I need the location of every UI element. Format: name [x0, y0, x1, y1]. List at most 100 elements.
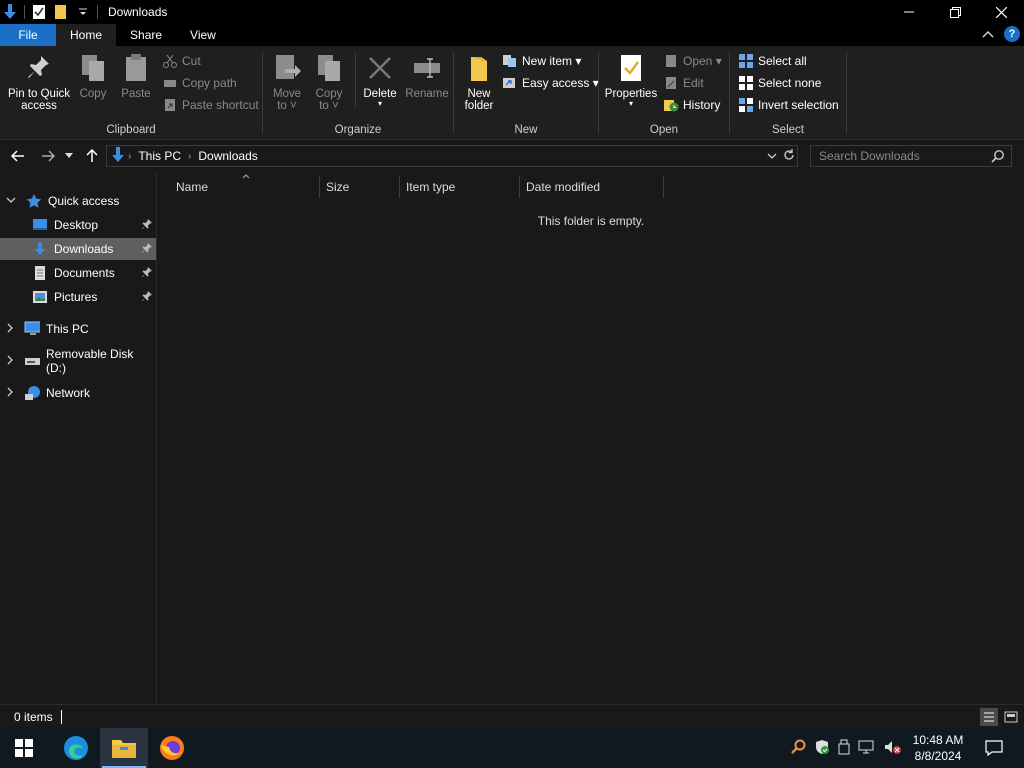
copy-to-button[interactable]: Copy to ˅ — [311, 52, 347, 112]
edit-button[interactable]: Edit — [663, 73, 704, 93]
column-header-item-type[interactable]: Item type — [400, 176, 520, 198]
new-folder-large-icon — [463, 52, 495, 84]
pin-icon[interactable] — [142, 266, 152, 280]
customize-qat-dropdown-icon[interactable] — [75, 4, 91, 20]
pin-icon[interactable] — [142, 242, 152, 256]
nav-this-pc[interactable]: This PC — [0, 318, 156, 340]
select-none-icon — [738, 75, 754, 91]
up-button[interactable] — [82, 146, 102, 166]
move-to-button[interactable]: Move to ˅ — [269, 52, 305, 112]
select-all-button[interactable]: Select all — [738, 51, 807, 71]
documents-icon — [32, 265, 48, 281]
nav-removable-disk[interactable]: Removable Disk (D:) — [0, 347, 156, 375]
recent-locations-dropdown[interactable] — [62, 146, 76, 166]
network-status-icon[interactable] — [858, 739, 876, 758]
close-button[interactable] — [978, 0, 1024, 24]
removable-disk-icon — [24, 353, 40, 369]
paste-shortcut-button[interactable]: Paste shortcut — [162, 95, 259, 115]
expanded-chevron-icon[interactable] — [6, 196, 16, 206]
history-icon — [663, 97, 679, 113]
select-none-button[interactable]: Select none — [738, 73, 821, 93]
file-list[interactable]: Name Size Item type Date modified This f… — [158, 172, 1024, 704]
start-button[interactable] — [0, 728, 48, 768]
taskbar-edge[interactable] — [52, 728, 100, 768]
restore-button[interactable] — [932, 0, 978, 24]
pin-to-quick-access-button[interactable]: Pin to Quick access — [6, 52, 72, 112]
nav-downloads[interactable]: Downloads — [0, 238, 156, 260]
collapsed-chevron-icon[interactable] — [6, 387, 16, 399]
taskbar-clock[interactable]: 10:48 AM 8/8/2024 — [906, 732, 970, 764]
address-bar[interactable]: › This PC › Downloads — [106, 145, 798, 167]
rename-button[interactable]: Rename — [405, 52, 449, 100]
search-input[interactable] — [819, 149, 984, 163]
tab-view[interactable]: View — [176, 24, 230, 46]
properties-button[interactable]: Properties ▾ — [603, 52, 659, 108]
help-icon[interactable]: ? — [1004, 26, 1020, 42]
column-header-date-modified[interactable]: Date modified — [520, 176, 664, 198]
tab-share[interactable]: Share — [116, 24, 176, 46]
window-title: Downloads — [108, 5, 168, 19]
downloads-location-icon — [111, 146, 125, 166]
taskbar-file-explorer[interactable] — [100, 728, 148, 768]
edit-pencil-icon — [663, 75, 679, 91]
search-icon[interactable] — [991, 149, 1005, 166]
qat-separator — [97, 5, 98, 19]
organize-group-label: Organize — [334, 124, 382, 136]
nav-desktop[interactable]: Desktop — [0, 214, 156, 236]
breadcrumb-this-pc[interactable]: This PC — [138, 149, 181, 163]
breadcrumb-chevron-icon[interactable]: › — [188, 151, 191, 162]
copy-button[interactable]: Copy — [76, 52, 110, 100]
paste-button[interactable]: Paste — [118, 52, 154, 100]
large-icons-view-icon[interactable] — [1002, 708, 1020, 726]
new-folder-icon[interactable] — [53, 4, 69, 20]
taskbar-firefox[interactable] — [148, 728, 196, 768]
desktop-icon — [32, 217, 48, 233]
new-item-icon — [502, 53, 518, 69]
back-button[interactable] — [8, 146, 28, 166]
nav-pictures[interactable]: Pictures — [0, 286, 156, 308]
pin-icon[interactable] — [142, 290, 152, 304]
pin-icon — [23, 52, 55, 84]
tab-home[interactable]: Home — [56, 24, 117, 46]
column-header-size[interactable]: Size — [320, 176, 400, 198]
delete-button[interactable]: Delete ▾ — [361, 52, 399, 108]
open-button[interactable]: Open ▾ — [663, 51, 722, 71]
collapse-ribbon-chevron-icon[interactable] — [982, 27, 994, 41]
new-item-button[interactable]: New item ▾ — [502, 51, 581, 71]
address-history-chevron-down-icon[interactable] — [767, 149, 777, 163]
column-header-name[interactable]: Name — [170, 176, 320, 198]
nav-network[interactable]: Network — [0, 382, 156, 404]
nav-quick-access[interactable]: Quick access — [0, 190, 156, 212]
navigation-pane: Quick access Desktop Downloads Documents… — [0, 172, 157, 704]
properties-check-icon[interactable] — [31, 4, 47, 20]
volume-muted-icon[interactable] — [884, 739, 902, 758]
refresh-icon[interactable] — [783, 148, 795, 164]
collapsed-chevron-icon[interactable] — [6, 355, 16, 367]
window-controls — [886, 0, 1024, 24]
usb-device-icon[interactable] — [838, 739, 850, 758]
cut-button[interactable]: Cut — [162, 51, 201, 71]
breadcrumb-downloads[interactable]: Downloads — [198, 149, 257, 163]
search-magnifier-tray-icon[interactable] — [790, 739, 806, 758]
firefox-icon — [160, 736, 184, 760]
notification-center-button[interactable] — [970, 728, 1018, 768]
minimize-button[interactable] — [886, 0, 932, 24]
file-explorer-folder-icon — [112, 740, 136, 758]
invert-selection-button[interactable]: Invert selection — [738, 95, 839, 115]
windows-logo-icon — [15, 739, 33, 757]
new-group: New folder New item ▾ Easy access ▾ New — [454, 46, 599, 140]
search-box[interactable] — [810, 145, 1012, 167]
details-view-icon[interactable] — [980, 708, 998, 726]
pin-icon[interactable] — [142, 218, 152, 232]
forward-button[interactable] — [38, 146, 58, 166]
breadcrumb-chevron-icon[interactable]: › — [128, 151, 131, 162]
tab-file[interactable]: File — [0, 24, 56, 46]
windows-security-shield-icon[interactable] — [814, 739, 830, 758]
nav-documents[interactable]: Documents — [0, 262, 156, 284]
history-button[interactable]: History — [663, 95, 720, 115]
clock-time: 10:48 AM — [912, 733, 964, 747]
collapsed-chevron-icon[interactable] — [6, 323, 16, 335]
easy-access-button[interactable]: Easy access ▾ — [502, 73, 599, 93]
new-folder-button[interactable]: New folder — [458, 52, 500, 112]
copy-path-button[interactable]: Copy path — [162, 73, 237, 93]
